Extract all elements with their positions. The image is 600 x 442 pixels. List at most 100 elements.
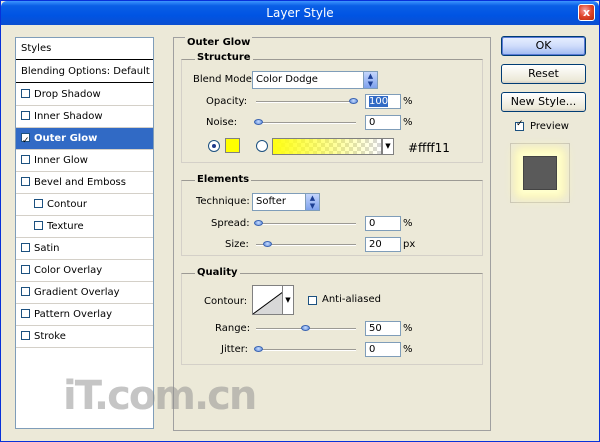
size-slider-thumb[interactable] <box>263 241 272 247</box>
opacity-unit: % <box>403 96 413 107</box>
noise-label: Noise: <box>206 117 238 128</box>
watermark-logo: iT.com.cn <box>63 373 257 419</box>
blend-mode-label: Blend Mode: <box>193 74 256 85</box>
size-slider[interactable] <box>256 241 356 247</box>
style-item-label: Bevel and Emboss <box>34 177 126 188</box>
technique-select[interactable]: Softer ▲ ▼ <box>252 193 320 211</box>
preview-label: Preview <box>530 121 569 132</box>
preview-swatch <box>523 156 557 190</box>
style-item-label: Satin <box>34 243 60 254</box>
contour-label: Contour: <box>204 296 248 307</box>
opacity-input[interactable]: 100 <box>365 94 401 109</box>
noise-slider[interactable] <box>254 119 356 125</box>
anti-aliased-checkbox[interactable] <box>308 296 317 305</box>
size-input[interactable]: 20 <box>365 237 401 252</box>
style-preview <box>510 143 570 203</box>
style-checkbox[interactable] <box>21 265 30 274</box>
glow-color-swatch[interactable] <box>225 138 240 153</box>
size-unit: px <box>403 239 416 250</box>
style-item-label: Inner Glow <box>34 155 88 166</box>
style-item-label: Contour <box>47 199 87 210</box>
noise-input[interactable]: 0 <box>365 115 401 130</box>
style-checkbox[interactable] <box>34 221 43 230</box>
style-item-satin[interactable]: Satin <box>16 238 153 260</box>
jitter-input[interactable]: 0 <box>365 342 401 357</box>
blending-options-item[interactable]: Blending Options: Default <box>16 61 153 83</box>
style-item-inner-shadow[interactable]: Inner Shadow <box>16 106 153 128</box>
window-title: Layer Style <box>266 6 334 20</box>
style-item-label: Texture <box>47 221 84 232</box>
opacity-label: Opacity: <box>206 96 248 107</box>
chevron-down-icon[interactable]: ▼ <box>282 285 294 315</box>
opacity-slider[interactable] <box>256 98 358 104</box>
range-input[interactable]: 50 <box>365 321 401 336</box>
jitter-slider-thumb[interactable] <box>254 346 263 352</box>
style-item-label: Gradient Overlay <box>34 287 120 298</box>
style-checkbox[interactable] <box>21 243 30 252</box>
style-checkbox[interactable] <box>21 287 30 296</box>
ok-button[interactable]: OK <box>501 36 586 56</box>
styles-header[interactable]: Styles <box>16 38 153 60</box>
style-checkbox[interactable] <box>21 89 30 98</box>
style-item-bevel-and-emboss[interactable]: Bevel and Emboss <box>16 172 153 194</box>
structure-title: Structure <box>195 52 253 63</box>
style-item-texture[interactable]: Texture <box>16 216 153 238</box>
technique-label: Technique: <box>196 196 250 207</box>
gradient-radio[interactable] <box>256 140 268 152</box>
range-unit: % <box>403 323 413 334</box>
gradient-picker[interactable] <box>272 138 382 155</box>
jitter-unit: % <box>403 344 413 355</box>
gradient-hex-label: #ffff11 <box>408 141 450 155</box>
new-style-button[interactable]: New Style... <box>501 92 586 112</box>
spread-label: Spread: <box>211 218 250 229</box>
jitter-label: Jitter: <box>221 344 249 355</box>
style-checkbox[interactable] <box>21 155 30 164</box>
style-item-gradient-overlay[interactable]: Gradient Overlay <box>16 282 153 304</box>
style-checkbox[interactable] <box>34 199 43 208</box>
style-item-drop-shadow[interactable]: Drop Shadow <box>16 84 153 106</box>
style-item-label: Pattern Overlay <box>34 309 113 320</box>
elements-title: Elements <box>195 174 252 185</box>
layer-style-dialog: Layer Style x Styles Blending Options: D… <box>0 0 600 442</box>
style-item-stroke[interactable]: Stroke <box>16 326 153 348</box>
style-item-label: Color Overlay <box>34 265 103 276</box>
close-button[interactable]: x <box>578 4 595 21</box>
technique-value: Softer <box>256 196 286 207</box>
range-slider-thumb[interactable] <box>301 325 310 331</box>
title-bar: Layer Style x <box>1 1 599 25</box>
style-item-label: Drop Shadow <box>34 89 101 100</box>
solid-color-radio[interactable] <box>208 140 220 152</box>
chevron-down-icon[interactable]: ▼ <box>382 138 394 155</box>
style-item-outer-glow[interactable]: Outer Glow <box>16 128 153 152</box>
style-checkbox[interactable] <box>21 309 30 318</box>
chevron-updown-icon: ▲ ▼ <box>305 194 319 210</box>
size-label: Size: <box>225 239 249 250</box>
range-slider[interactable] <box>256 325 356 331</box>
style-checkbox[interactable] <box>21 331 30 340</box>
noise-slider-thumb[interactable] <box>254 119 263 125</box>
spread-slider-thumb[interactable] <box>254 220 263 226</box>
style-item-label: Inner Shadow <box>34 111 103 122</box>
style-item-label: Stroke <box>34 331 66 342</box>
spread-slider[interactable] <box>254 220 356 226</box>
spread-input[interactable]: 0 <box>365 216 401 231</box>
range-label: Range: <box>215 323 251 334</box>
style-item-label: Outer Glow <box>34 133 98 144</box>
style-item-inner-glow[interactable]: Inner Glow <box>16 150 153 172</box>
style-item-color-overlay[interactable]: Color Overlay <box>16 260 153 282</box>
opacity-slider-thumb[interactable] <box>349 98 358 104</box>
style-checkbox[interactable] <box>21 111 30 120</box>
styles-list: Styles Blending Options: Default Drop Sh… <box>15 37 154 429</box>
quality-title: Quality <box>195 267 240 278</box>
noise-unit: % <box>403 117 413 128</box>
spread-unit: % <box>403 218 413 229</box>
style-item-contour[interactable]: Contour <box>16 194 153 216</box>
preview-checkbox[interactable] <box>515 119 524 131</box>
style-checkbox[interactable] <box>21 130 30 152</box>
reset-button[interactable]: Reset <box>501 64 586 84</box>
anti-aliased-label: Anti-aliased <box>322 294 382 305</box>
blend-mode-select[interactable]: Color Dodge ▲ ▼ <box>252 71 378 89</box>
jitter-slider[interactable] <box>254 346 356 352</box>
style-checkbox[interactable] <box>21 177 30 186</box>
style-item-pattern-overlay[interactable]: Pattern Overlay <box>16 304 153 326</box>
